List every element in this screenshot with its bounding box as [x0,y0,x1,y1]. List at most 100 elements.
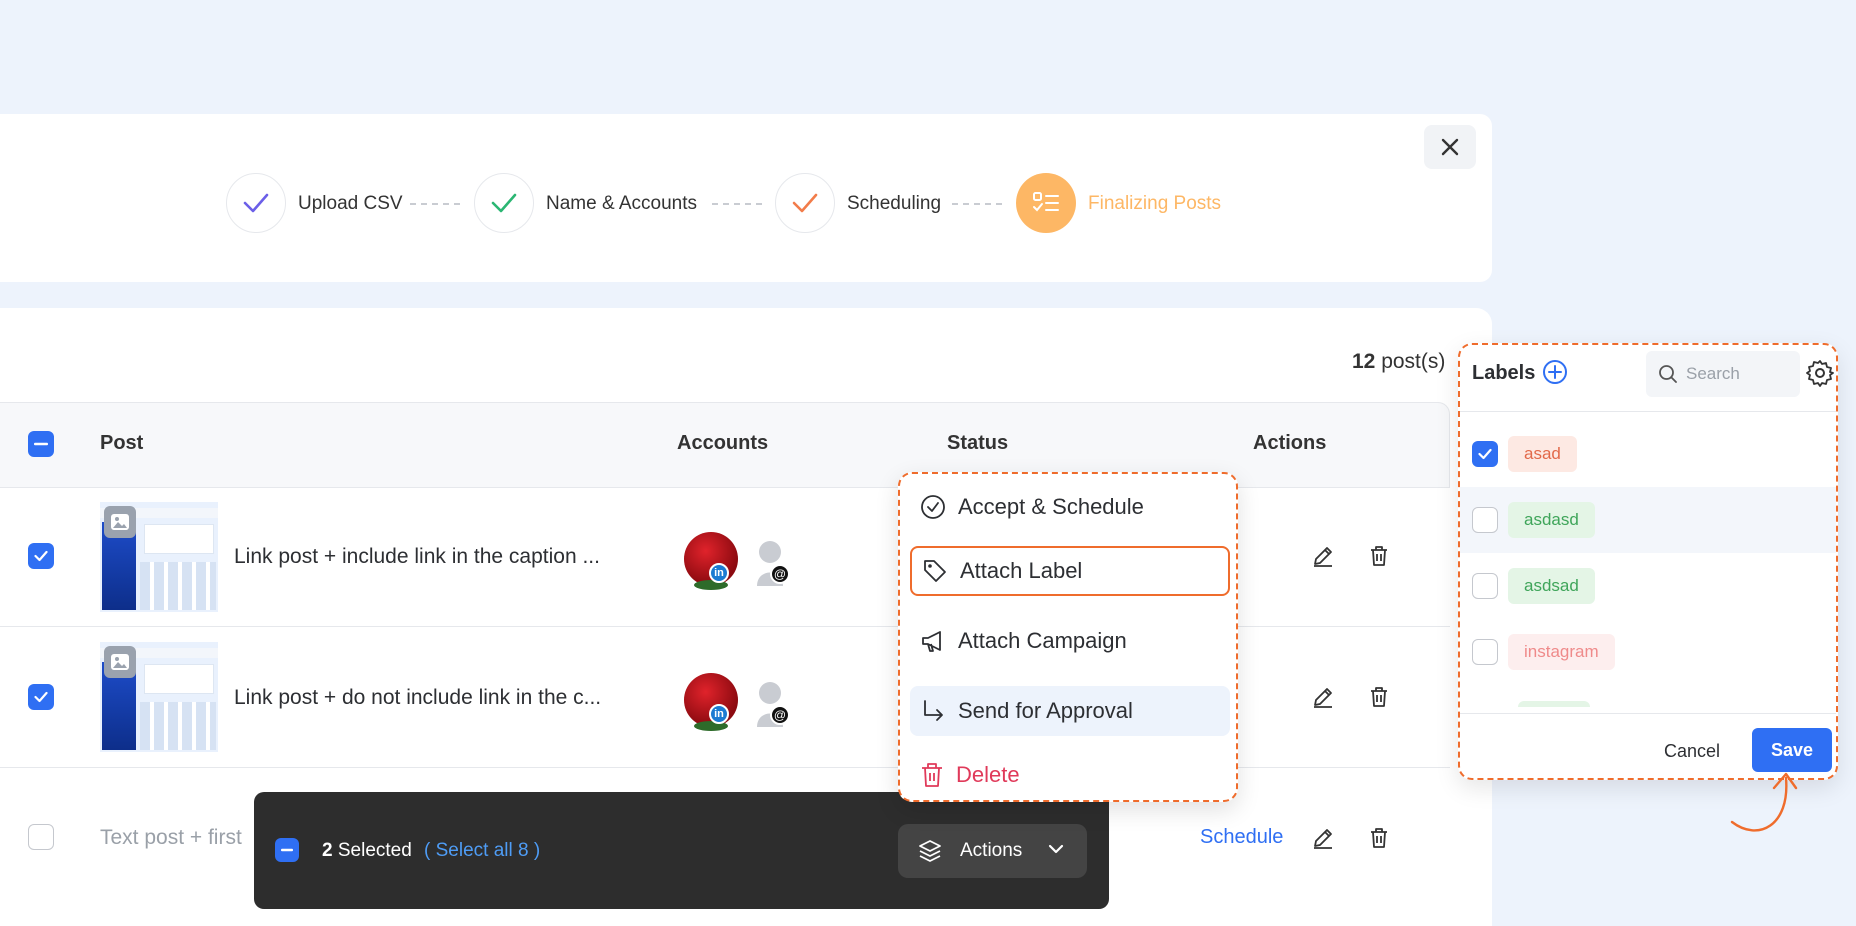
pencil-icon [1314,688,1332,708]
select-all-checkbox[interactable] [28,431,54,457]
step-finalizing-posts-label: Finalizing Posts [1088,193,1222,214]
menu-item-label: Send for Approval [958,698,1133,723]
menu-item-accept-schedule[interactable]: Accept & Schedule [910,482,1230,532]
labels-panel: Labels asad asdasd asdsad instagram Canc… [1458,343,1838,780]
step-scheduling-label: Scheduling [847,193,942,214]
selected-count: 2 Selected [322,840,412,861]
menu-item-attach-label[interactable]: Attach Label [910,546,1230,596]
labels-title: Labels [1472,362,1536,384]
check-icon [491,193,517,213]
close-button[interactable] [1424,125,1476,169]
label-chip: instagram [1508,634,1615,670]
chevron-down-icon [1048,844,1064,854]
trash-icon [1371,687,1387,707]
label-search[interactable] [1646,351,1800,397]
threads-icon: @ [770,705,790,725]
menu-item-delete[interactable]: Delete [910,750,1230,800]
post-count: 12 post(s) [1352,350,1446,373]
row-checkbox[interactable] [28,543,54,569]
step-connector [712,203,762,205]
trash-icon [1371,546,1387,566]
menu-item-label: Delete [956,762,1020,787]
annotation-arrow-icon [1730,772,1798,832]
post-thumbnail[interactable] [100,502,218,612]
step-name-accounts-label: Name & Accounts [546,193,698,214]
label-chip: asad [1508,436,1577,472]
edit-button[interactable] [1309,824,1337,852]
check-circle-icon [921,495,945,519]
column-header-status: Status [947,432,1009,454]
label-settings-button[interactable] [1806,359,1834,392]
post-caption[interactable]: Link post + include link in the caption … [234,545,600,569]
pencil-icon [1314,547,1332,567]
column-header-accounts: Accounts [677,432,769,454]
post-thumbnail[interactable] [100,642,218,752]
linkedin-icon: in [709,704,729,724]
import-steps-card [0,114,1492,282]
pencil-icon [1314,829,1332,849]
label-chip: asdsad [1508,568,1595,604]
label-option[interactable]: instagram [1460,619,1836,685]
row-checkbox[interactable] [28,824,54,850]
minus-icon [281,848,293,852]
check-icon [1478,448,1492,460]
select-all-link[interactable]: ( Select all 8 ) [424,840,540,862]
minus-icon [34,442,48,446]
label-chip: asdasd [1508,502,1595,538]
label-checkbox[interactable] [1472,573,1498,599]
menu-item-label: Attach Campaign [958,628,1127,653]
add-label-button[interactable] [1542,359,1568,390]
delete-button[interactable] [1365,683,1393,711]
edit-button[interactable] [1309,542,1337,570]
row-checkbox[interactable] [28,684,54,710]
trash-icon [922,763,942,787]
label-checkbox[interactable] [1472,507,1498,533]
arrow-return-icon [924,700,943,721]
check-icon [34,550,48,562]
schedule-link[interactable]: Schedule [1200,826,1283,849]
post-caption[interactable]: Text post + first [100,826,242,850]
delete-button[interactable] [1365,824,1393,852]
label-checkbox[interactable] [1472,441,1498,467]
edit-button[interactable] [1309,683,1337,711]
cancel-button[interactable]: Cancel [1664,741,1720,762]
label-chip-partial [1518,701,1590,707]
check-icon [243,193,269,213]
threads-icon: @ [770,564,790,584]
label-checkbox[interactable] [1472,639,1498,665]
step-finalizing-posts-indicator [1016,173,1076,233]
delete-button[interactable] [1365,542,1393,570]
menu-item-label: Accept & Schedule [958,494,1144,519]
step-scheduling-indicator [775,173,835,233]
plus-circle-icon [1543,360,1567,384]
label-option[interactable]: asdsad [1460,553,1836,619]
step-name-accounts-indicator [474,173,534,233]
panel-divider [1460,411,1836,412]
layers-icon [919,840,941,862]
check-icon [792,193,818,213]
menu-item-label: Attach Label [960,558,1083,583]
search-icon [1659,365,1677,383]
check-icon [34,691,48,703]
checklist-icon [1033,192,1059,212]
label-option[interactable]: asdasd [1460,487,1836,553]
step-upload-csv-indicator [226,173,286,233]
close-icon [1441,138,1459,156]
gear-icon [1806,360,1834,387]
bulk-select-checkbox[interactable] [275,838,299,862]
panel-divider [1460,713,1836,714]
step-upload-csv-label: Upload CSV [298,193,403,214]
menu-item-attach-campaign[interactable]: Attach Campaign [910,616,1230,666]
megaphone-icon [922,631,941,652]
trash-icon [1371,828,1387,848]
menu-item-send-approval[interactable]: Send for Approval [910,686,1230,736]
label-option[interactable]: asad [1460,421,1836,487]
image-icon [104,646,136,678]
actions-dropdown-button[interactable]: Actions [898,824,1087,878]
step-connector [410,203,460,205]
column-header-actions: Actions [1253,432,1327,454]
post-caption[interactable]: Link post + do not include link in the c… [234,686,601,710]
actions-label: Actions [960,840,1023,861]
image-icon [104,506,136,538]
label-search-input[interactable] [1686,364,1796,384]
